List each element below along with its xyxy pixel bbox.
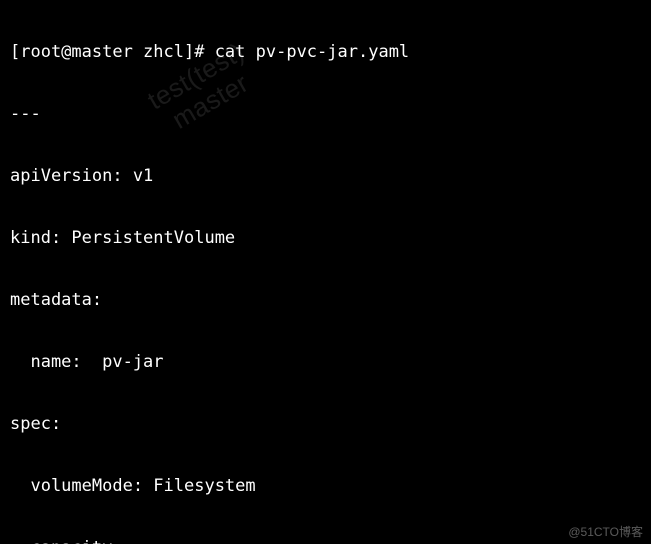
yaml-line: metadata: (10, 285, 641, 316)
yaml-line: capacity: (10, 533, 641, 544)
prompt-line: [root@master zhcl]# cat pv-pvc-jar.yaml (10, 37, 641, 68)
yaml-line: name: pv-jar (10, 347, 641, 378)
yaml-line: apiVersion: v1 (10, 161, 641, 192)
yaml-line: spec: (10, 409, 641, 440)
yaml-line: volumeMode: Filesystem (10, 471, 641, 502)
terminal-output: [root@master zhcl]# cat pv-pvc-jar.yaml … (0, 0, 651, 544)
yaml-line: kind: PersistentVolume (10, 223, 641, 254)
yaml-line: --- (10, 99, 641, 130)
